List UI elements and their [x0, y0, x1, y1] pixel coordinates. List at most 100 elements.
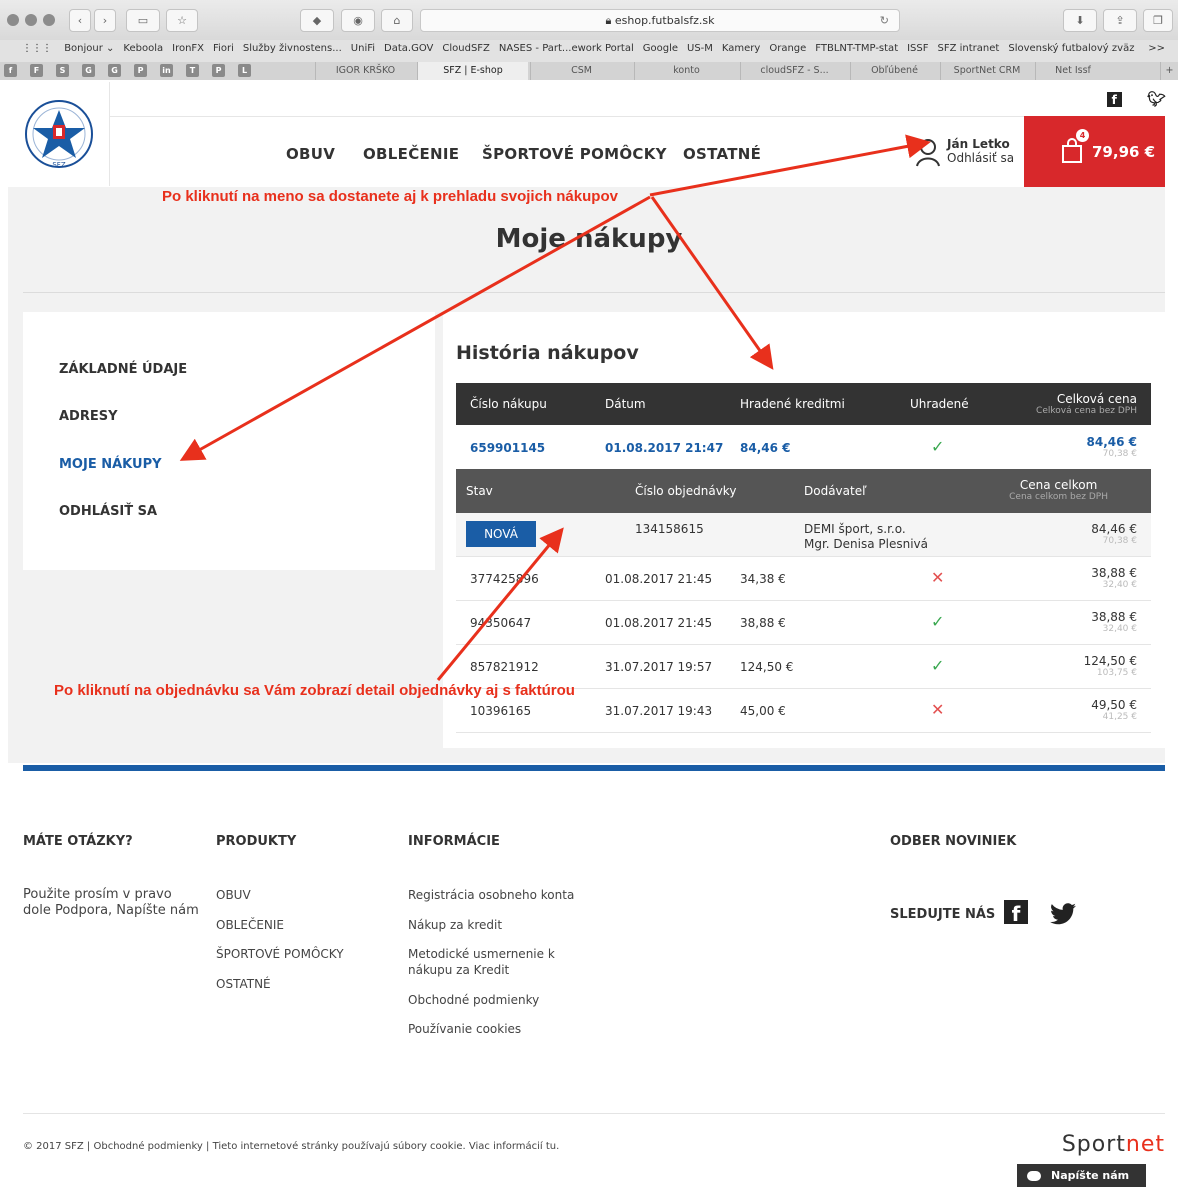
col-cena-celkom-bez-dph: Cena celkom bez DPH: [1009, 492, 1108, 502]
back-button[interactable]: ‹: [69, 9, 91, 32]
browser-tab[interactable]: IGOR KRŠKO: [315, 62, 415, 80]
user-name[interactable]: Ján Letko: [947, 137, 1010, 151]
bookmark-item[interactable]: Slovenský futbalový zväz: [1008, 43, 1134, 54]
extension-button[interactable]: ◆: [300, 9, 334, 32]
bookmark-item[interactable]: Bonjour ⌄: [64, 43, 114, 54]
footer-link-metodicke-usmernenie-line2[interactable]: nákupu za Kredit: [408, 963, 509, 977]
address-bar[interactable]: 🔒︎ eshop.futbalsfz.sk ↻: [420, 9, 900, 32]
footer-link-metodicke-usmernenie[interactable]: Metodické usmernenie k: [408, 947, 555, 961]
bookmark-item[interactable]: Google: [643, 43, 678, 54]
reload-icon[interactable]: ↻: [880, 10, 889, 31]
pinned-tab-icon[interactable]: G: [82, 64, 95, 77]
nav-sportove-pomocky[interactable]: ŠPORTOVÉ POMÔCKY: [482, 145, 667, 163]
home-button[interactable]: ⌂: [381, 9, 413, 32]
facebook-icon[interactable]: f: [1106, 92, 1122, 107]
footer-link-oblecenie[interactable]: OBLEČENIE: [216, 918, 284, 932]
sportnet-logo[interactable]: Sportnet: [1062, 1132, 1165, 1157]
cart-button[interactable]: 4 79,96 €: [1024, 116, 1165, 187]
purchase-number[interactable]: 857821912: [470, 660, 539, 674]
bookmark-item[interactable]: NASES - Part...ework Portal: [499, 43, 634, 54]
pinned-tab-icon[interactable]: f: [4, 64, 17, 77]
footer-link-nakup-za-kredit[interactable]: Nákup za kredit: [408, 918, 502, 932]
sidebar-icon: ▭: [137, 14, 149, 27]
speech-bubble-icon: [1027, 1171, 1041, 1181]
pinned-tab-icon[interactable]: in: [160, 64, 173, 77]
bookmark-item[interactable]: Služby živnostens...: [243, 43, 342, 54]
footer-link-cookies[interactable]: Používanie cookies: [408, 1022, 521, 1036]
share-button[interactable]: ⇪: [1103, 9, 1137, 32]
bookmark-item[interactable]: Keboola: [123, 43, 163, 54]
pinned-tab-icon[interactable]: T: [186, 64, 199, 77]
purchase-number[interactable]: 659901145: [470, 441, 545, 455]
forward-button[interactable]: ›: [94, 9, 116, 32]
pinned-tab-icon[interactable]: P: [212, 64, 225, 77]
twitter-icon[interactable]: 🐦︎: [1147, 90, 1166, 108]
table-row[interactable]: 377425896 01.08.2017 21:45 34,38 € ✕ 38,88 €…: [456, 557, 1151, 601]
table-row[interactable]: 94350647 01.08.2017 21:45 38,88 € ✓ 38,88 €3…: [456, 601, 1151, 645]
footer-link-registracia[interactable]: Registrácia osobneho konta: [408, 888, 574, 902]
bookmark-item[interactable]: CloudSFZ: [442, 43, 490, 54]
sidebar-toggle-button[interactable]: ▭: [126, 9, 160, 32]
bookmarks-button[interactable]: ☆: [166, 9, 198, 32]
new-tab-button[interactable]: +: [1160, 62, 1178, 80]
status-badge-nova[interactable]: NOVÁ: [466, 521, 536, 547]
purchase-number[interactable]: 94350647: [470, 616, 531, 630]
purchase-date: 01.08.2017 21:47: [605, 441, 724, 455]
bookmarks-overflow-icon[interactable]: >>: [1148, 43, 1165, 54]
bookmark-item[interactable]: Orange: [769, 43, 806, 54]
purchase-number[interactable]: 377425896: [470, 572, 539, 586]
sidebar-item-moje-nakupy[interactable]: MOJE NÁKUPY: [59, 457, 162, 472]
footer-link-obchodne-podmienky[interactable]: Obchodné podmienky: [408, 993, 539, 1007]
nav-obuv[interactable]: OBUV: [286, 145, 335, 163]
bookmark-item[interactable]: Kamery: [722, 43, 760, 54]
bookmark-item[interactable]: SFZ intranet: [938, 43, 1000, 54]
bookmark-item[interactable]: FTBLNT-TMP-stat: [815, 43, 898, 54]
zoom-window-button[interactable]: [43, 14, 55, 26]
browser-tab[interactable]: CSM: [530, 62, 632, 80]
browser-tab[interactable]: cloudSFZ - S...: [740, 62, 848, 80]
order-number[interactable]: 134158615: [635, 522, 704, 536]
purchase-net: 103,75 €: [1096, 668, 1137, 678]
nav-ostatne[interactable]: OSTATNÉ: [683, 145, 761, 163]
bookmark-item[interactable]: Fiori: [213, 43, 234, 54]
pinned-tab-icon[interactable]: P: [134, 64, 147, 77]
pinned-tab-icon[interactable]: S: [56, 64, 69, 77]
pinned-tab-icon[interactable]: F: [30, 64, 43, 77]
browser-tab[interactable]: Net Issf: [1035, 62, 1110, 80]
sidebar-item-odhlasit-sa[interactable]: ODHLÁSIŤ SA: [59, 504, 157, 519]
footer-col4-title: ODBER NOVINIEK: [890, 834, 1017, 849]
browser-tab[interactable]: konto: [634, 62, 738, 80]
sidebar-item-zakladne-udaje[interactable]: ZÁKLADNÉ ÚDAJE: [59, 362, 187, 377]
order-row[interactable]: 134158615 DEMI šport, s.r.o. Mgr. Denisa…: [456, 513, 1151, 557]
bookmark-item[interactable]: US-M: [687, 43, 713, 54]
close-window-button[interactable]: [7, 14, 19, 26]
logout-link[interactable]: Odhlásiť sa: [947, 151, 1014, 165]
bookmark-item[interactable]: ISSF: [907, 43, 928, 54]
footer-link-sportove-pomocky[interactable]: ŠPORTOVÉ POMÔCKY: [216, 947, 344, 961]
reader-button[interactable]: ◉: [341, 9, 375, 32]
purchase-number[interactable]: 10396165: [470, 704, 531, 718]
browser-tab[interactable]: Obľúbené: [850, 62, 938, 80]
bookmark-item[interactable]: Data.GOV: [384, 43, 433, 54]
nav-oblecenie[interactable]: OBLEČENIE: [363, 145, 459, 163]
sidebar-item-adresy[interactable]: ADRESY: [59, 409, 118, 424]
sfz-logo[interactable]: SFZ: [8, 82, 110, 186]
chat-button[interactable]: Napíšte nám: [1017, 1164, 1146, 1187]
twitter-icon[interactable]: [1050, 903, 1076, 925]
grid-icon[interactable]: ⋮⋮⋮: [22, 43, 52, 54]
bookmark-item[interactable]: UniFi: [351, 43, 375, 54]
tabs-overview-button[interactable]: ❐: [1143, 9, 1173, 32]
pinned-tab-icon[interactable]: G: [108, 64, 121, 77]
table-row-expanded[interactable]: 659901145 01.08.2017 21:47 84,46 € ✓ 84,…: [456, 426, 1151, 470]
browser-tab[interactable]: SFZ | E-shop: [417, 62, 528, 80]
facebook-icon[interactable]: f: [1004, 900, 1028, 926]
minimize-window-button[interactable]: [25, 14, 37, 26]
check-icon: ✓: [931, 612, 945, 631]
bookmark-item[interactable]: IronFX: [172, 43, 204, 54]
footer-link-ostatne[interactable]: OSTATNÉ: [216, 977, 271, 991]
pinned-tab-icon[interactable]: L: [238, 64, 251, 77]
footer-link-obuv[interactable]: OBUV: [216, 888, 251, 902]
browser-tab[interactable]: SportNet CRM: [940, 62, 1033, 80]
downloads-button[interactable]: ⬇: [1063, 9, 1097, 32]
footer-col2-title: PRODUKTY: [216, 834, 297, 849]
